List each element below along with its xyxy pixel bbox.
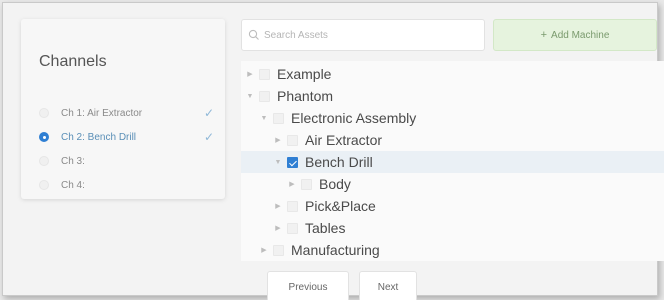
expand-arrow-icon[interactable]: ▶ xyxy=(273,224,283,232)
tree-node-air-extractor[interactable]: ▶ Air Extractor xyxy=(241,129,664,151)
channel-item-3[interactable]: Ch 3: xyxy=(39,149,219,173)
expand-arrow-icon[interactable]: ▶ xyxy=(273,202,283,210)
expand-arrow-icon[interactable]: ▶ xyxy=(245,70,255,78)
app-window: Channels Ch 1: Air Extractor ✓ Ch 2: Ben… xyxy=(2,2,664,300)
tree-checkbox[interactable] xyxy=(287,200,298,212)
channel-radio[interactable] xyxy=(39,156,49,166)
channel-radio[interactable] xyxy=(39,132,49,142)
previous-button[interactable]: Previous xyxy=(267,271,349,300)
tree-checkbox[interactable] xyxy=(287,134,298,146)
channel-item-4[interactable]: Ch 4: xyxy=(39,173,219,197)
tree-node-label: Pick&Place xyxy=(305,198,376,214)
tree-checkbox[interactable] xyxy=(273,112,284,124)
channel-list: Ch 1: Air Extractor ✓ Ch 2: Bench Drill … xyxy=(39,101,219,197)
channel-item-1[interactable]: Ch 1: Air Extractor ✓ xyxy=(39,101,219,125)
tree-node-label: Example xyxy=(277,66,332,82)
expand-arrow-icon[interactable]: ▶ xyxy=(287,180,297,188)
collapse-arrow-icon[interactable]: ▼ xyxy=(259,115,269,122)
tree-node-example[interactable]: ▶ Example xyxy=(241,63,664,85)
tree-checkbox[interactable] xyxy=(301,178,312,190)
channel-radio[interactable] xyxy=(39,180,49,190)
search-box[interactable] xyxy=(241,19,485,51)
tree-node-body[interactable]: ▶ Body xyxy=(241,173,664,195)
checkmark-icon: ✓ xyxy=(203,130,215,144)
tree-node-manufacturing[interactable]: ▶ Manufacturing xyxy=(241,239,664,261)
tree-checkbox-checked[interactable] xyxy=(287,156,298,168)
channels-panel: Channels Ch 1: Air Extractor ✓ Ch 2: Ben… xyxy=(21,19,225,199)
tree-node-tables[interactable]: ▶ Tables xyxy=(241,217,664,239)
tree-checkbox[interactable] xyxy=(287,222,298,234)
tree-node-pick-place[interactable]: ▶ Pick&Place xyxy=(241,195,664,217)
tree-node-label: Manufacturing xyxy=(291,242,380,258)
channel-radio[interactable] xyxy=(39,108,49,118)
checkmark-icon: ✓ xyxy=(203,106,215,120)
search-icon xyxy=(248,29,259,40)
tree-node-phantom[interactable]: ▼ Phantom xyxy=(241,85,664,107)
tree-node-label: Bench Drill xyxy=(305,154,373,170)
expand-arrow-icon[interactable]: ▶ xyxy=(273,136,283,144)
tree-checkbox[interactable] xyxy=(273,244,284,256)
channel-label: Ch 1: Air Extractor xyxy=(61,107,143,119)
tree-node-label: Electronic Assembly xyxy=(291,110,417,126)
search-input[interactable] xyxy=(264,29,464,41)
tree-node-label: Air Extractor xyxy=(305,132,383,148)
tree-node-label: Phantom xyxy=(277,88,334,104)
add-machine-label: Add Machine xyxy=(551,29,610,41)
plus-icon: + xyxy=(540,29,548,41)
tree-node-bench-drill[interactable]: ▼ Bench Drill xyxy=(241,151,664,173)
tree-checkbox[interactable] xyxy=(259,90,270,102)
expand-arrow-icon[interactable]: ▶ xyxy=(259,246,269,254)
tree-node-electronic-assembly[interactable]: ▼ Electronic Assembly xyxy=(241,107,664,129)
next-button[interactable]: Next xyxy=(359,271,417,300)
tree-node-label: Body xyxy=(319,176,351,192)
channels-title: Channels xyxy=(39,53,107,70)
channel-label: Ch 3: xyxy=(61,155,85,167)
channel-item-2[interactable]: Ch 2: Bench Drill ✓ xyxy=(39,125,219,149)
channel-label: Ch 4: xyxy=(61,179,85,191)
collapse-arrow-icon[interactable]: ▼ xyxy=(245,93,255,100)
asset-tree: ▶ Example ▼ Phantom ▼ Electronic Assembl… xyxy=(241,61,664,261)
channel-label: Ch 2: Bench Drill xyxy=(61,131,137,143)
tree-node-label: Tables xyxy=(305,220,346,236)
add-machine-button[interactable]: + Add Machine xyxy=(493,19,657,51)
tree-checkbox[interactable] xyxy=(259,68,270,80)
collapse-arrow-icon[interactable]: ▼ xyxy=(273,159,283,166)
